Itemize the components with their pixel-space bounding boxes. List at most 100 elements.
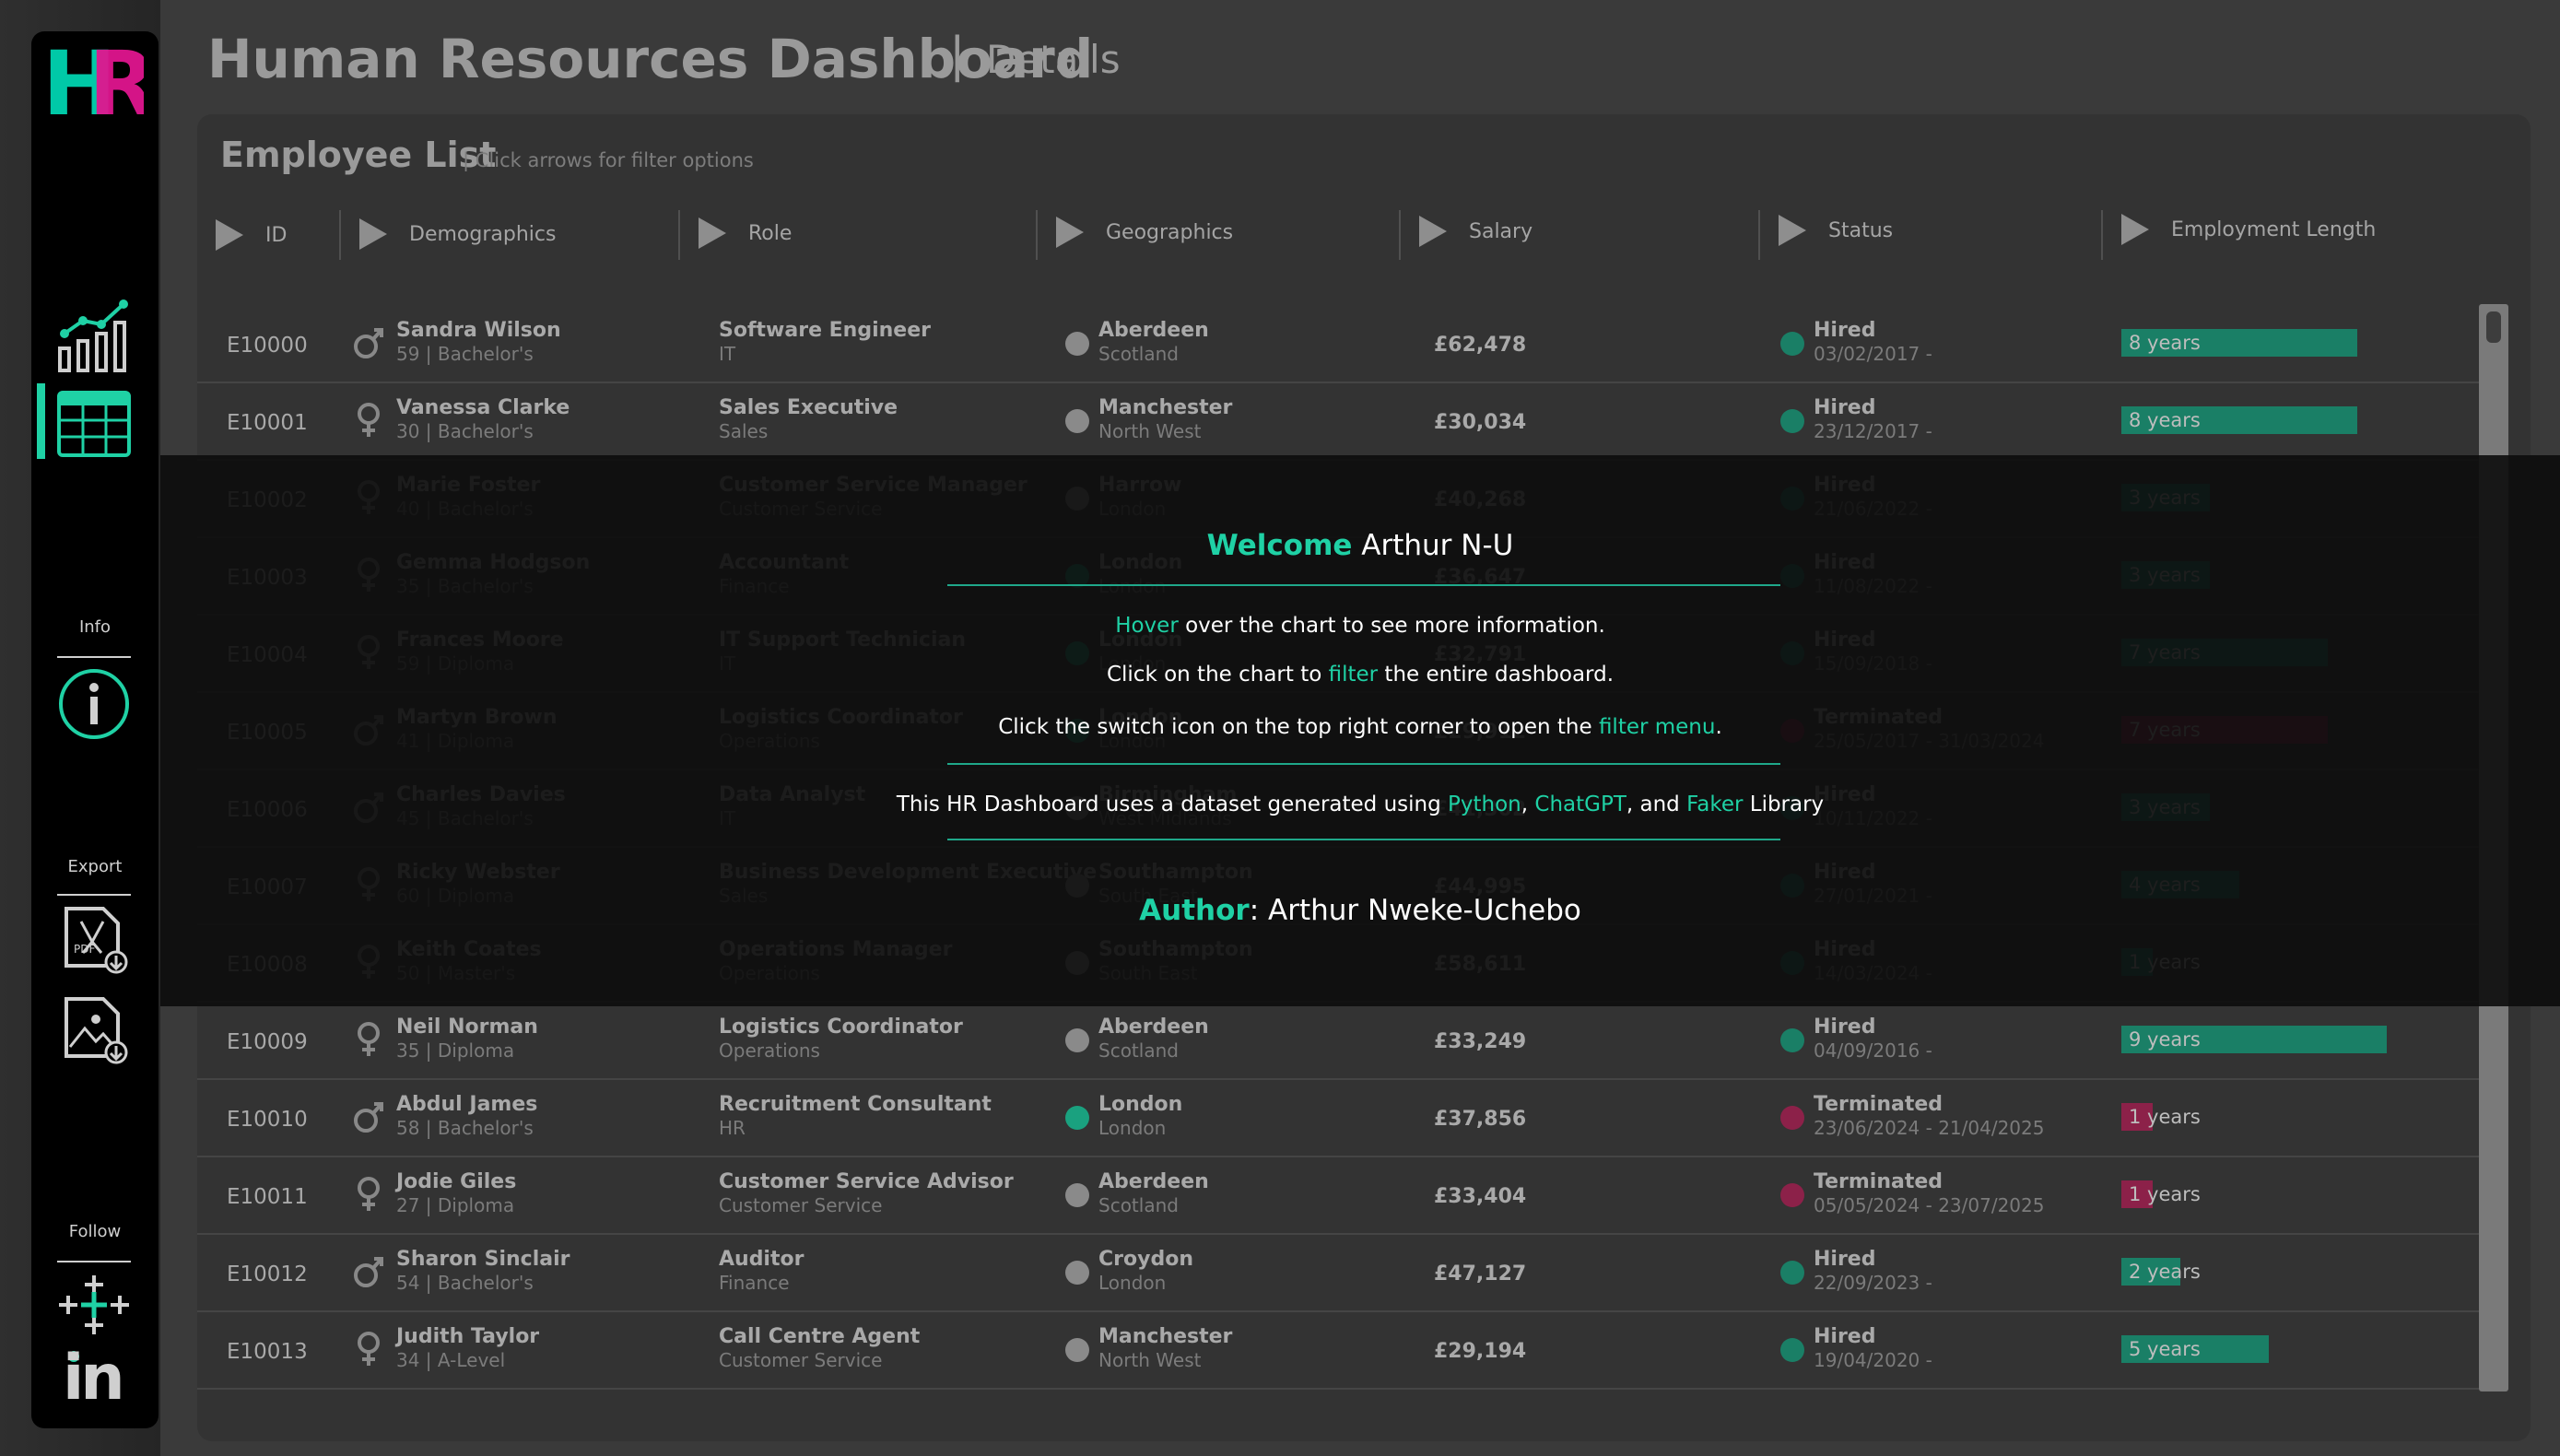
column-header-role[interactable]: Role xyxy=(699,217,792,249)
employee-department: HR xyxy=(719,1117,746,1139)
column-header-label: Geographics xyxy=(1106,220,1234,244)
welcome-overlay[interactable]: Welcome Arthur N-U Hover over the chart … xyxy=(160,455,2560,1006)
employee-dates: 03/02/2017 - xyxy=(1814,343,1932,365)
employee-department: Sales xyxy=(719,420,769,442)
employee-id: E10013 xyxy=(227,1340,308,1364)
employee-dates: 23/06/2024 - 21/04/2025 xyxy=(1814,1117,2045,1139)
male-icon xyxy=(354,328,383,358)
filter-arrow-icon[interactable] xyxy=(2121,214,2149,245)
page-subtitle: Details xyxy=(986,37,1121,82)
column-header-salary[interactable]: Salary xyxy=(1419,216,1532,247)
overlay-line-filter: Click on the chart to filter the entire … xyxy=(1106,663,1615,687)
table-icon[interactable] xyxy=(57,391,131,457)
status-indicator xyxy=(1780,1338,1804,1362)
employee-status: Hired xyxy=(1814,1248,1876,1271)
column-divider xyxy=(2101,210,2103,260)
column-header-geographics[interactable]: Geographics xyxy=(1056,217,1233,248)
column-header-employment-length[interactable]: Employment Length xyxy=(2121,214,2376,245)
employee-id: E10012 xyxy=(227,1262,308,1286)
overlay-divider xyxy=(947,584,1780,586)
info-divider xyxy=(57,656,131,658)
status-indicator xyxy=(1780,409,1804,433)
employee-salary: £30,034 xyxy=(1434,411,1527,434)
overlay-divider xyxy=(947,763,1780,765)
overlay-line-filter-menu: Click the switch icon on the top right c… xyxy=(998,715,1722,739)
follow-label: Follow xyxy=(68,1222,122,1241)
employee-name: Sharon Sinclair xyxy=(396,1248,570,1271)
info-icon[interactable] xyxy=(57,667,131,741)
column-header-id[interactable]: ID xyxy=(216,219,287,251)
overlay-line-dataset: This HR Dashboard uses a dataset generat… xyxy=(896,793,1825,816)
employee-status: Hired xyxy=(1814,1325,1876,1348)
filter-arrow-icon[interactable] xyxy=(216,219,243,251)
employment-length-bar: 1 years xyxy=(2121,1180,2201,1208)
employee-id: E10009 xyxy=(227,1030,308,1054)
location-marker xyxy=(1065,409,1089,433)
employee-department: Customer Service xyxy=(719,1194,883,1216)
employee-status: Terminated xyxy=(1814,1170,1943,1193)
line-chart-icon[interactable] xyxy=(55,297,133,374)
column-header-demographics[interactable]: Demographics xyxy=(359,218,556,250)
employee-status: Terminated xyxy=(1814,1093,1943,1116)
employee-id: E10000 xyxy=(227,334,308,358)
employee-dates: 23/12/2017 - xyxy=(1814,420,1932,442)
employee-demographics: 58 | Bachelor's xyxy=(396,1117,534,1139)
location-marker xyxy=(1065,1183,1089,1207)
export-divider xyxy=(57,894,131,896)
employee-role: Software Engineer xyxy=(719,319,931,342)
location-marker xyxy=(1065,1028,1089,1052)
employee-name: Judith Taylor xyxy=(396,1325,540,1348)
employment-length-bar: 2 years xyxy=(2121,1258,2201,1286)
employee-region: Scotland xyxy=(1098,1194,1179,1216)
employee-dates: 05/05/2024 - 23/07/2025 xyxy=(1814,1194,2045,1216)
employee-region: Scotland xyxy=(1098,1039,1179,1062)
female-icon xyxy=(358,1177,380,1211)
filter-arrow-icon[interactable] xyxy=(1056,217,1084,248)
employee-name: Jodie Giles xyxy=(396,1170,517,1193)
employee-salary: £29,194 xyxy=(1434,1340,1527,1363)
status-indicator xyxy=(1780,1028,1804,1052)
employee-dates: 22/09/2023 - xyxy=(1814,1272,1932,1294)
male-icon xyxy=(354,1102,383,1133)
employee-department: Customer Service xyxy=(719,1349,883,1371)
employee-demographics: 30 | Bachelor's xyxy=(396,420,534,442)
svg-text:PDF: PDF xyxy=(74,943,95,956)
column-divider xyxy=(339,210,341,260)
scrollbar-thumb[interactable] xyxy=(2486,311,2501,343)
employee-department: Operations xyxy=(719,1039,820,1062)
employee-region: North West xyxy=(1098,1349,1202,1371)
svg-text:R: R xyxy=(88,37,144,125)
location-marker xyxy=(1065,332,1089,356)
employment-length-bar: 9 years xyxy=(2121,1026,2387,1053)
employee-status: Hired xyxy=(1814,1016,1876,1039)
employee-role: Call Centre Agent xyxy=(719,1325,921,1348)
column-divider xyxy=(1758,210,1760,260)
linkedin-icon[interactable]: in xyxy=(61,1342,133,1415)
hr-logo: H R xyxy=(42,37,144,125)
employee-dates: 19/04/2020 - xyxy=(1814,1349,1932,1371)
filter-arrow-icon[interactable] xyxy=(1779,215,1806,246)
image-download-icon[interactable] xyxy=(63,995,129,1065)
employee-city: Croydon xyxy=(1098,1248,1193,1271)
employee-region: Scotland xyxy=(1098,343,1179,365)
panel-hint: | Click arrows for filter options xyxy=(463,149,754,171)
employee-city: Aberdeen xyxy=(1098,1170,1209,1193)
employee-status: Hired xyxy=(1814,319,1876,342)
info-label: Info xyxy=(78,617,112,637)
pdf-download-icon[interactable]: PDF xyxy=(63,905,129,975)
column-header-status[interactable]: Status xyxy=(1779,215,1893,246)
overlay-line-hover: Hover over the chart to see more informa… xyxy=(1115,614,1605,638)
tableau-icon[interactable] xyxy=(57,1270,131,1340)
employee-department: IT xyxy=(719,343,736,365)
employee-name: Neil Norman xyxy=(396,1016,538,1039)
employee-dates: 04/09/2016 - xyxy=(1814,1039,1932,1062)
filter-arrow-icon[interactable] xyxy=(1419,216,1447,247)
active-page-indicator xyxy=(37,383,45,459)
employee-salary: £47,127 xyxy=(1434,1262,1527,1286)
column-divider xyxy=(678,210,680,260)
welcome-heading: Welcome Arthur N-U xyxy=(1206,529,1514,562)
filter-arrow-icon[interactable] xyxy=(359,218,387,250)
filter-arrow-icon[interactable] xyxy=(699,217,726,249)
overlay-divider xyxy=(947,839,1780,840)
employee-city: Aberdeen xyxy=(1098,1016,1209,1039)
